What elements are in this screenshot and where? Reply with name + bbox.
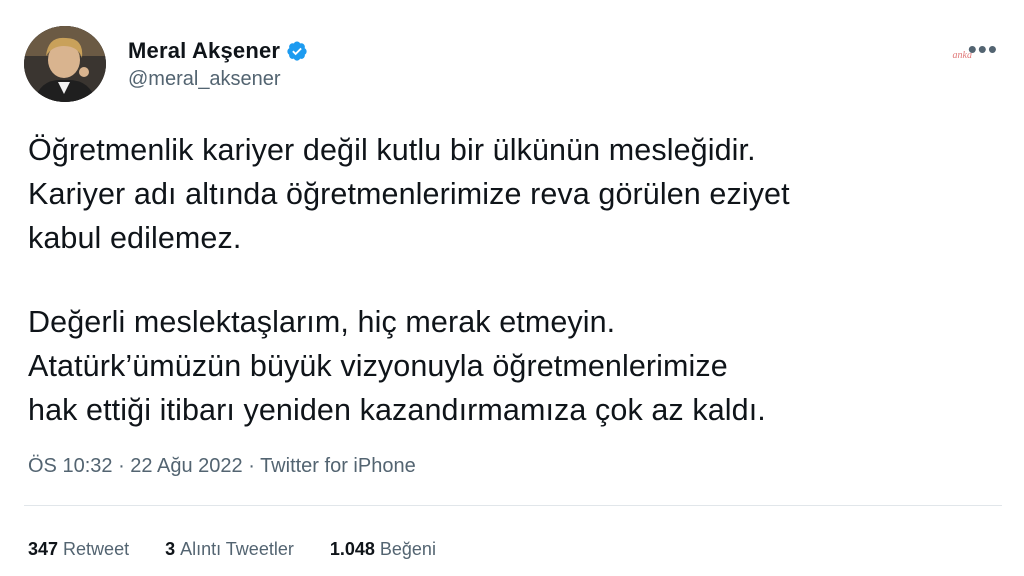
tweet-text: Öğretmenlik kariyer değil kutlu bir ülkü… <box>28 128 1008 432</box>
retweet-count: 347 <box>28 539 59 559</box>
tweet-stats: 347 Retweet 3 Alıntı Tweetler 1.048 Beğeni <box>28 539 472 560</box>
tweet-line: Atatürk’ümüzün büyük vizyonuyla öğretmen… <box>28 349 728 383</box>
tweet-line: hak ettiği itibarı yeniden kazandırmamız… <box>28 393 766 427</box>
avatar[interactable] <box>24 26 106 102</box>
tweet-line: kabul edilemez. <box>28 221 242 255</box>
like-count: 1.048 <box>329 539 375 559</box>
like-label: Beğeni <box>379 539 436 559</box>
quote-count: 3 <box>165 539 176 559</box>
verified-badge-icon <box>287 40 307 61</box>
quote-label: Alıntı Tweetler <box>180 539 294 559</box>
tweet-metadata: ÖS 10:32 · 22 Ağu 2022 · Twitter for iPh… <box>28 455 416 478</box>
quote-count-link[interactable]: 3 Alıntı Tweetler <box>165 539 294 560</box>
tweet-header: Meral Akşener @meral_aksener <box>24 26 308 102</box>
meta-separator: · <box>248 455 261 477</box>
author-names: Meral Akşener @meral_aksener <box>128 38 308 91</box>
tweet-paragraph: Değerli meslektaşlarım, hiç merak etmeyi… <box>28 300 1008 432</box>
tweet-line: Öğretmenlik kariyer değil kutlu bir ülkü… <box>28 133 756 167</box>
divider <box>24 505 1002 506</box>
tweet-date[interactable]: 22 Ağu 2022 <box>130 455 242 477</box>
tweet-card: Meral Akşener @meral_aksener anka ••• Öğ… <box>0 0 1024 576</box>
tweet-time[interactable]: ÖS 10:32 <box>28 455 113 477</box>
tweet-line: Değerli meslektaşlarım, hiç merak etmeyi… <box>28 305 616 339</box>
retweet-count-link[interactable]: 347 Retweet <box>28 539 129 560</box>
more-horizontal-icon[interactable]: ••• <box>968 36 998 62</box>
like-count-link[interactable]: 1.048 Beğeni <box>330 539 436 560</box>
tweet-line: Kariyer adı altında öğretmenlerimize rev… <box>28 177 790 211</box>
retweet-label: Retweet <box>63 539 130 559</box>
tweet-source[interactable]: Twitter for iPhone <box>260 455 416 477</box>
tweet-paragraph: Öğretmenlik kariyer değil kutlu bir ülkü… <box>28 128 1008 260</box>
meta-separator: · <box>118 455 131 477</box>
avatar-image <box>24 26 106 102</box>
author-name[interactable]: Meral Akşener <box>128 38 280 64</box>
author-handle[interactable]: @meral_aksener <box>128 68 308 91</box>
name-row: Meral Akşener <box>128 38 308 64</box>
